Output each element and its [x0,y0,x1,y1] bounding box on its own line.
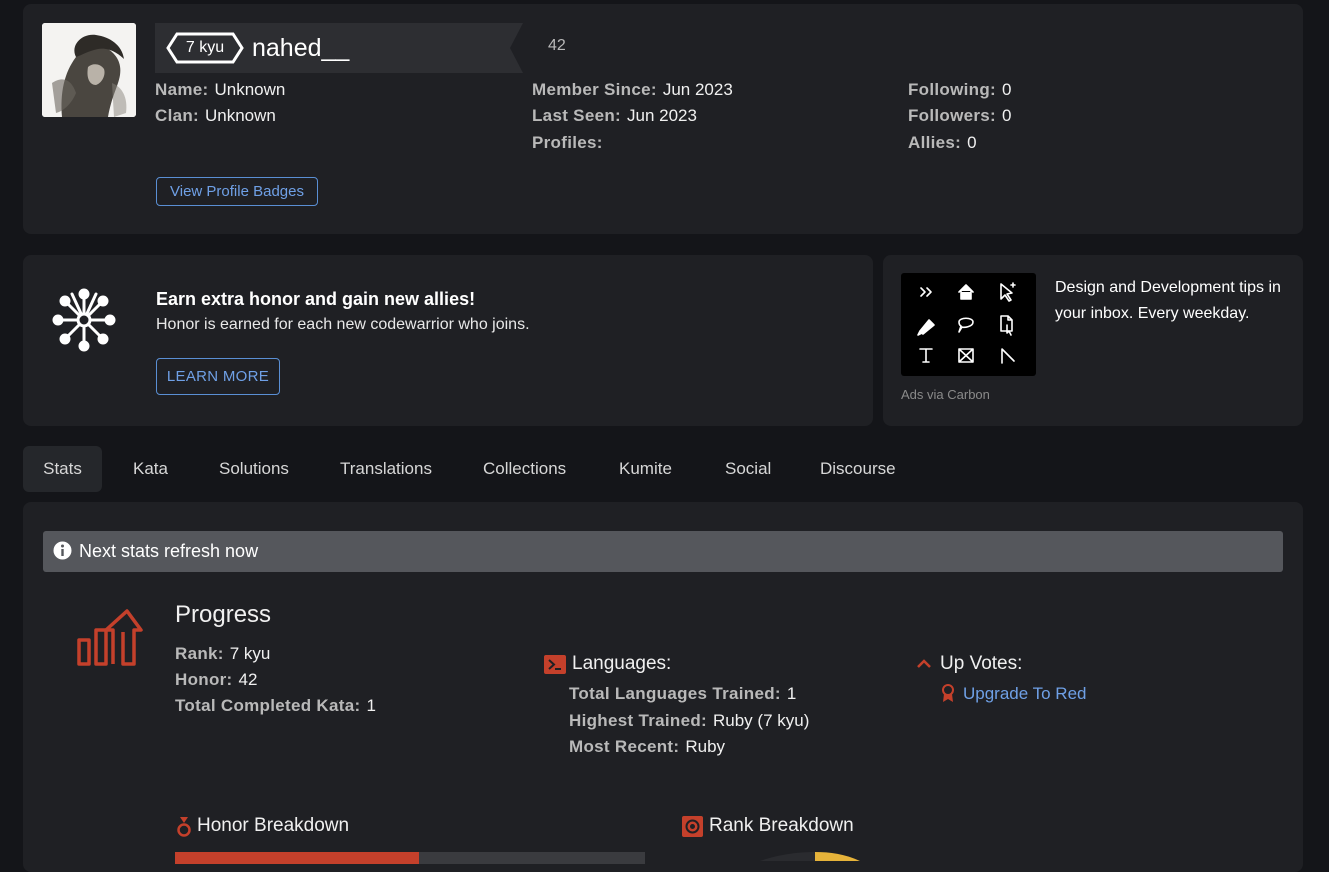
profiles-label: Profiles: [532,133,603,152]
tab-collections[interactable]: Collections [483,446,566,492]
kyu-badge-label: 7 kyu [185,39,225,56]
languages-highest-label: Highest Trained: [569,711,707,730]
followers-row: Followers: 0 [908,106,1011,126]
tab-translations[interactable]: Translations [340,446,432,492]
languages-recent-row: Most Recent: Ruby [569,737,725,757]
following-label: Following: [908,80,996,99]
profiles-row: Profiles: [532,133,609,153]
languages-title: Languages: [572,653,672,674]
name-value: Unknown [214,80,286,99]
last-seen-label: Last Seen: [532,106,621,125]
honor-score: 42 [548,37,566,54]
profile-name-row: Name: Unknown [155,80,285,100]
progress-rank-value: 7 kyu [229,644,271,663]
following-value: 0 [1001,80,1012,99]
clan-label: Clan: [155,106,199,125]
profile-clan-row: Clan: Unknown [155,106,276,126]
progress-chart-icon [77,609,143,666]
honor-breakdown-title: Honor Breakdown [197,815,350,836]
member-since-label: Member Since: [532,80,657,99]
honor-breakdown-bar-fill [175,852,420,864]
clan-value: Unknown [205,106,276,125]
last-seen-value: Jun 2023 [626,106,697,125]
progress-kata-row: Total Completed Kata: 1 [175,696,376,716]
rank-breakdown-chart [760,852,860,861]
tab-social[interactable]: Social [725,446,771,492]
network-icon [52,288,116,352]
ads-via-carbon[interactable]: Ads via Carbon [901,387,990,402]
followers-value: 0 [1002,106,1012,125]
terminal-icon [544,655,566,674]
languages-recent-value: Ruby [685,737,726,756]
tab-solutions[interactable]: Solutions [219,446,289,492]
learn-more-button[interactable]: LEARN MORE [156,358,280,395]
tab-discourse[interactable]: Discourse [820,446,896,492]
chevron-up-icon [917,659,931,668]
stats-refresh-text: Next stats refresh now [79,541,259,561]
progress-honor-value: 42 [238,670,258,689]
languages-total-row: Total Languages Trained: 1 [569,684,796,704]
languages-recent-label: Most Recent: [569,737,680,756]
allies-value: 0 [967,133,977,152]
progress-honor-label: Honor: [175,670,233,689]
languages-total-label: Total Languages Trained: [569,684,781,703]
rank-breakdown-title: Rank Breakdown [709,815,854,836]
languages-highest-value: Ruby (7 kyu) [713,711,810,730]
info-icon [53,541,72,560]
tab-kata[interactable]: Kata [133,446,168,492]
following-row: Following: 0 [908,80,1011,100]
followers-label: Followers: [908,106,997,125]
languages-total-value: 1 [786,684,797,703]
allies-row: Allies: 0 [908,133,977,153]
languages-highest-row: Highest Trained: Ruby (7 kyu) [569,711,809,731]
tab-stats[interactable]: Stats [23,446,102,492]
ribbon-icon [942,684,954,702]
promo-text: Honor is earned for each new codewarrior… [156,316,530,333]
avatar[interactable] [42,23,136,117]
progress-honor-row: Honor: 42 [175,670,257,690]
ad-image[interactable] [901,273,1036,376]
avatar-image [42,23,136,117]
target-icon [682,816,703,837]
view-profile-badges-button[interactable]: View Profile Badges [156,177,318,206]
upvotes-title: Up Votes: [940,653,1023,674]
allies-label: Allies: [908,133,962,152]
progress-kata-value: 1 [366,696,376,715]
progress-rank-label: Rank: [175,644,224,663]
promo-title: Earn extra honor and gain new allies! [156,289,476,309]
promo-panel [23,255,873,426]
name-label: Name: [155,80,209,99]
progress-kata-label: Total Completed Kata: [175,696,361,715]
username: nahed__ [252,34,350,62]
medal-icon [177,817,191,837]
tab-kumite[interactable]: Kumite [619,446,672,492]
ad-tools-graphic [917,282,1016,364]
upgrade-to-red-link[interactable]: Upgrade To Red [963,684,1087,704]
last-seen-row: Last Seen: Jun 2023 [532,106,697,126]
ad-text[interactable]: Design and Development tips in your inbo… [1055,275,1291,327]
progress-title: Progress [175,601,272,628]
member-since-row: Member Since: Jun 2023 [532,80,733,100]
progress-rank-row: Rank: 7 kyu [175,644,270,664]
member-since-value: Jun 2023 [662,80,733,99]
